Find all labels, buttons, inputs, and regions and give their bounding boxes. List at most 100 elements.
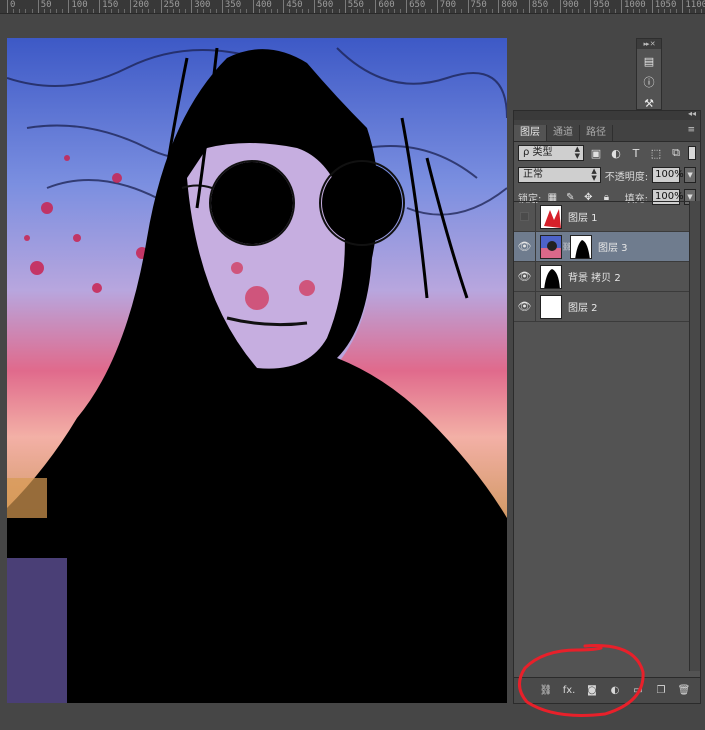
- filter-smart-object-icon[interactable]: ⧉: [668, 146, 684, 160]
- new-layer-icon[interactable]: ❐: [653, 684, 669, 698]
- ruler-minor-tick: [412, 9, 414, 13]
- ruler-minor-tick: [178, 9, 180, 13]
- ruler-minor-tick: [350, 9, 352, 13]
- eye-icon[interactable]: 👁︎: [514, 231, 536, 262]
- ruler-minor-tick: [111, 9, 113, 13]
- ruler-minor-tick: [86, 9, 88, 13]
- ruler-minor-tick: [442, 9, 444, 13]
- ruler-minor-tick: [522, 9, 524, 13]
- layer-row[interactable]: 👁︎ 图层 2: [514, 291, 690, 322]
- filter-adjustment-icon[interactable]: ◐: [608, 146, 624, 160]
- ruler-minor-tick: [172, 9, 174, 13]
- ruler-minor-tick: [565, 9, 567, 13]
- panel-dock: ▸▸ ✕ ▤ ⓘ ⚒: [636, 38, 662, 110]
- ruler-minor-tick: [676, 9, 678, 13]
- ruler-minor-tick: [301, 9, 303, 13]
- ruler-minor-tick: [320, 9, 322, 13]
- ruler-minor-tick: [553, 9, 555, 13]
- panel-title-bar[interactable]: ◂◂: [514, 109, 700, 120]
- ruler-minor-tick: [479, 9, 481, 13]
- ruler-minor-tick: [31, 9, 33, 13]
- opacity-input[interactable]: 100%: [652, 167, 684, 183]
- ruler-minor-tick: [148, 9, 150, 13]
- ruler-minor-tick: [602, 9, 604, 13]
- ruler-minor-tick: [105, 9, 107, 13]
- ruler-minor-tick: [356, 9, 358, 13]
- ruler-minor-tick: [700, 9, 702, 13]
- ruler-minor-tick: [608, 9, 610, 13]
- ruler-minor-tick: [142, 9, 144, 13]
- tab-paths[interactable]: 路径: [580, 125, 613, 141]
- eye-icon[interactable]: 👁︎: [514, 261, 536, 292]
- eye-icon[interactable]: 👁︎: [514, 291, 536, 322]
- ruler-minor-tick: [657, 9, 659, 13]
- opacity-dropdown-icon[interactable]: ▼: [684, 167, 696, 183]
- new-group-icon[interactable]: ▭: [630, 684, 646, 698]
- collapse-panel-icon[interactable]: ◂◂: [688, 109, 696, 118]
- ruler-minor-tick: [62, 9, 64, 13]
- ruler-minor-tick: [43, 9, 45, 13]
- ruler-minor-tick: [694, 9, 696, 13]
- ruler-minor-tick: [80, 9, 82, 13]
- ruler-minor-tick: [307, 9, 309, 13]
- ruler-minor-tick: [13, 9, 15, 13]
- layer-row[interactable]: 图层 1: [514, 201, 690, 232]
- ruler-minor-tick: [369, 9, 371, 13]
- adjustment-layer-icon[interactable]: ◐: [607, 684, 623, 698]
- ruler-minor-tick: [117, 9, 119, 13]
- ruler-minor-tick: [338, 9, 340, 13]
- panel-tabs: 图层 通道 路径 ≡: [514, 120, 700, 142]
- mask-link-icon[interactable]: ⛓: [562, 242, 572, 251]
- canvas-artwork: [7, 38, 507, 703]
- filter-toggle[interactable]: [688, 146, 696, 160]
- ruler-minor-tick: [639, 9, 641, 13]
- ruler-minor-tick: [516, 9, 518, 13]
- panel-menu-icon[interactable]: ≡: [687, 125, 695, 135]
- ruler-minor-tick: [185, 9, 187, 13]
- layer-row-selected[interactable]: 👁︎ ⛓ 图层 3: [514, 231, 690, 262]
- ruler-minor-tick: [363, 9, 365, 13]
- ruler-minor-tick: [92, 9, 94, 13]
- ruler-minor-tick: [74, 9, 76, 13]
- filter-type-select[interactable]: ρ 类型 ▲ ▼: [518, 145, 584, 161]
- filter-type-icon[interactable]: T: [628, 146, 644, 160]
- delete-icon[interactable]: 🗑︎: [676, 684, 692, 698]
- ruler-minor-tick: [381, 9, 383, 13]
- visibility-toggle[interactable]: [514, 201, 536, 232]
- ruler-minor-tick: [49, 9, 51, 13]
- layer-thumbnail: [540, 264, 562, 289]
- ruler-minor-tick: [645, 9, 647, 13]
- ruler-minor-tick: [203, 9, 205, 13]
- ruler-minor-tick: [461, 9, 463, 13]
- layer-name: 图层 1: [568, 213, 598, 224]
- add-mask-icon[interactable]: ◙: [584, 684, 600, 698]
- layer-mask-thumbnail[interactable]: [570, 234, 592, 259]
- document-canvas[interactable]: [7, 38, 507, 703]
- fx-icon[interactable]: fx.: [561, 684, 577, 698]
- history-icon[interactable]: ▤: [639, 52, 659, 70]
- blend-mode-label: 正常: [523, 169, 543, 180]
- link-layers-icon[interactable]: ⛓: [538, 684, 554, 698]
- layer-name: 图层 3: [598, 243, 628, 254]
- dock-header[interactable]: ▸▸ ✕: [637, 39, 661, 49]
- info-icon[interactable]: ⓘ: [639, 73, 659, 91]
- tab-layers[interactable]: 图层: [514, 125, 547, 141]
- ruler-minor-tick: [228, 9, 230, 13]
- ruler-minor-tick: [326, 9, 328, 13]
- ruler-minor-tick: [123, 9, 125, 13]
- blend-mode-select[interactable]: 正常 ▲ ▼: [518, 167, 601, 183]
- horizontal-ruler: 0 50 100 150 200 250 300 350 400 450 500 550 600 650 7…: [0, 0, 705, 14]
- ruler-minor-tick: [510, 9, 512, 13]
- layer-row[interactable]: 👁︎ 背景 拷贝 2: [514, 261, 690, 292]
- ruler-minor-tick: [614, 9, 616, 13]
- ruler-minor-tick: [663, 9, 665, 13]
- layers-scrollbar[interactable]: [689, 201, 700, 671]
- ruler-minor-tick: [399, 9, 401, 13]
- filter-pixel-icon[interactable]: ▣: [588, 146, 604, 160]
- ruler-minor-tick: [197, 9, 199, 13]
- ruler-minor-tick: [430, 9, 432, 13]
- tab-channels[interactable]: 通道: [547, 125, 580, 141]
- layer-thumbnail: [540, 204, 562, 229]
- ruler-minor-tick: [473, 9, 475, 13]
- filter-shape-icon[interactable]: ⬚: [648, 146, 664, 160]
